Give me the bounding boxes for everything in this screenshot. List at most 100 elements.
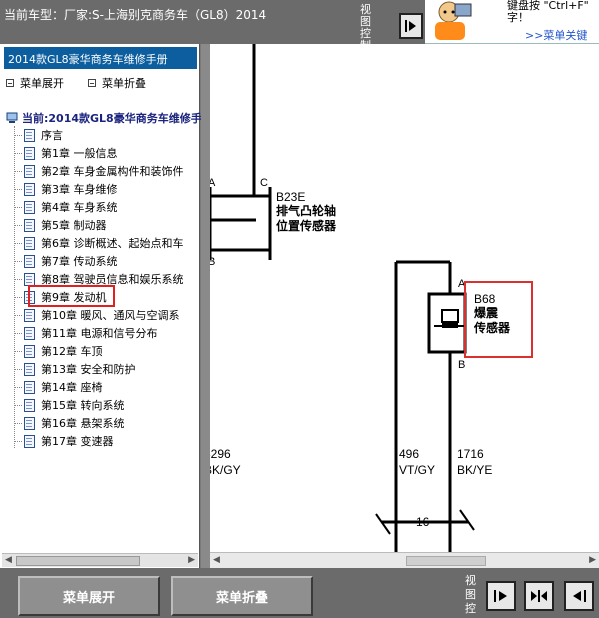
- ad-banner[interactable]: 键盘按 "Ctrl+F" 字！ >>菜单关键: [425, 0, 599, 44]
- tree-branch-line: [14, 314, 22, 316]
- menu-expand-label: 菜单展开: [20, 77, 64, 90]
- wire1-number: 5296: [210, 447, 231, 461]
- tree-item-chapter[interactable]: 第10章 暖风、通风与空调系: [14, 306, 200, 324]
- tree-branch-line: [14, 224, 22, 226]
- tree-item-chapter[interactable]: 第5章 制动器: [14, 216, 200, 234]
- b68-name-line1: 爆震: [474, 305, 499, 320]
- wire3-number: 1716: [457, 447, 484, 461]
- tree-item-chapter[interactable]: 第15章 转向系统: [14, 396, 200, 414]
- computer-icon: [6, 112, 18, 123]
- view-split-button[interactable]: [524, 581, 554, 611]
- view-next-button[interactable]: [486, 581, 516, 611]
- tree-branch-line: [14, 206, 22, 208]
- tree-branch-line: [14, 242, 22, 244]
- menu-collapse-label[interactable]: 菜单折叠: [102, 75, 146, 91]
- document-icon: [24, 128, 35, 142]
- b68-code: B68: [474, 292, 496, 306]
- tree-item-chapter[interactable]: 第6章 诊断概述、起始点和车: [14, 234, 200, 252]
- tree-item-chapter[interactable]: 第3章 车身维修: [14, 180, 200, 198]
- b23e-code: B23E: [276, 190, 305, 204]
- tree-item-chapter[interactable]: 第12章 车顶: [14, 342, 200, 360]
- wiring-diagram-view: A C B B23E 排气凸轮轴 位置传感器 A B B68 爆震 传感器 29…: [210, 44, 599, 552]
- document-icon: [24, 164, 35, 178]
- b23e-name-line1: 排气凸轮轴: [276, 203, 336, 218]
- tree-item-label: 第7章 传动系统: [41, 255, 118, 268]
- diagram-horizontal-scrollbar[interactable]: ◀ ▶: [210, 552, 599, 568]
- ad-text: 键盘按 "Ctrl+F" 字！: [507, 0, 589, 24]
- collapse-box-icon: [6, 79, 14, 87]
- tree-item-label: 序言: [41, 129, 63, 142]
- tree-item-label: 第15章 转向系统: [41, 399, 125, 412]
- menu-expand-link[interactable]: 菜单展开 菜单折叠: [6, 75, 146, 91]
- tree-item-label: 第16章 悬架系统: [41, 417, 125, 430]
- split-arrows-icon: [531, 590, 547, 602]
- selected-chapter-highlight: [28, 285, 115, 307]
- document-icon: [24, 416, 35, 430]
- scroll-thumb[interactable]: [16, 556, 140, 566]
- document-icon: [24, 308, 35, 322]
- tree-item-chapter[interactable]: 第13章 安全和防护: [14, 360, 200, 378]
- document-icon: [24, 326, 35, 340]
- tree-item-label: 第10章 暖风、通风与空调系: [41, 309, 180, 322]
- wire2-number: 496: [399, 447, 419, 461]
- tree-branch-line: [14, 188, 22, 190]
- b23e-pin-b: B: [210, 256, 215, 268]
- document-icon: [24, 254, 35, 268]
- tree-item-chapter[interactable]: 第2章 车身金属构件和装饰件: [14, 162, 200, 180]
- tree-branch-line: [14, 386, 22, 388]
- scroll-right-icon[interactable]: ▶: [188, 555, 195, 565]
- tree-item-chapter[interactable]: 第11章 电源和信号分布: [14, 324, 200, 342]
- scroll-thumb[interactable]: [406, 556, 486, 566]
- scroll-right-icon[interactable]: ▶: [589, 555, 596, 565]
- tree-item-chapter[interactable]: 第7章 传动系统: [14, 252, 200, 270]
- document-icon: [24, 200, 35, 214]
- b23e-name-line2: 位置传感器: [276, 218, 337, 233]
- tree-item-chapter[interactable]: 序言: [14, 126, 200, 144]
- tree-item-chapter[interactable]: 第4章 车身系统: [14, 198, 200, 216]
- tree-item-chapter[interactable]: 第16章 悬架系统: [14, 414, 200, 432]
- bottom-toolbar: 菜单展开 菜单折叠 视图控: [0, 568, 599, 618]
- mascot-icon: [435, 1, 472, 40]
- menu-expand-button[interactable]: 菜单展开: [18, 576, 160, 616]
- panel-splitter[interactable]: [201, 44, 210, 568]
- tree-branch-line: [14, 422, 22, 424]
- view-next-button[interactable]: [399, 13, 423, 39]
- tree-item-label: 第2章 车身金属构件和装饰件: [41, 165, 184, 178]
- sidebar-horizontal-scrollbar[interactable]: ◀ ▶: [2, 553, 198, 567]
- play-right-icon: [494, 590, 507, 602]
- tree-item-chapter[interactable]: 第17章 变速器: [14, 432, 200, 450]
- scroll-left-icon[interactable]: ◀: [5, 555, 12, 565]
- wire1-color: BK/GY: [210, 463, 241, 477]
- tree-item-label: 第4章 车身系统: [41, 201, 118, 214]
- document-icon: [24, 182, 35, 196]
- tree-branch-line: [14, 134, 22, 136]
- document-icon: [24, 398, 35, 412]
- scroll-left-icon[interactable]: ◀: [213, 555, 220, 565]
- tree-branch-line: [14, 260, 22, 262]
- tree-root[interactable]: 当前:2014款GL8豪华商务车维修手册: [6, 110, 213, 126]
- menu-collapse-button[interactable]: 菜单折叠: [171, 576, 313, 616]
- tree-branch-line: [14, 296, 22, 298]
- tree-item-chapter[interactable]: 第1章 一般信息: [14, 144, 200, 162]
- tree-item-chapter[interactable]: 第14章 座椅: [14, 378, 200, 396]
- wire2-color: VT/GY: [399, 463, 435, 477]
- tree-item-label: 第17章 变速器: [41, 435, 114, 448]
- document-icon: [24, 362, 35, 376]
- sensor-b23e: A C B B23E 排气凸轮轴 位置传感器: [210, 44, 337, 268]
- sidebar: 2014款GL8豪华商务车维修手册 菜单展开 菜单折叠 当前:2014款GL8豪…: [0, 44, 213, 568]
- tree-item-label: 第5章 制动器: [41, 219, 107, 232]
- tree-branch-line: [14, 278, 22, 280]
- tree-item-label: 第13章 安全和防护: [41, 363, 136, 376]
- tree-item-label: 第11章 电源和信号分布: [41, 327, 158, 340]
- document-icon: [24, 236, 35, 250]
- connector-number: 16: [416, 515, 430, 529]
- view-control-label: 视图控: [465, 574, 476, 615]
- tree-branch-line: [14, 368, 22, 370]
- view-prev-button[interactable]: [564, 581, 594, 611]
- tree-item-label: 第1章 一般信息: [41, 147, 118, 160]
- wire3-color: BK/YE: [457, 463, 492, 477]
- app-window: 当前车型：厂家:S-上海别克商务车（GL8）2014 视图控制 键盘按 "Ctr…: [0, 0, 599, 618]
- tree-root-label: 当前:2014款GL8豪华商务车维修手册: [22, 112, 213, 125]
- connector-16: 16: [375, 509, 475, 535]
- ad-link[interactable]: >>菜单关键: [525, 27, 587, 43]
